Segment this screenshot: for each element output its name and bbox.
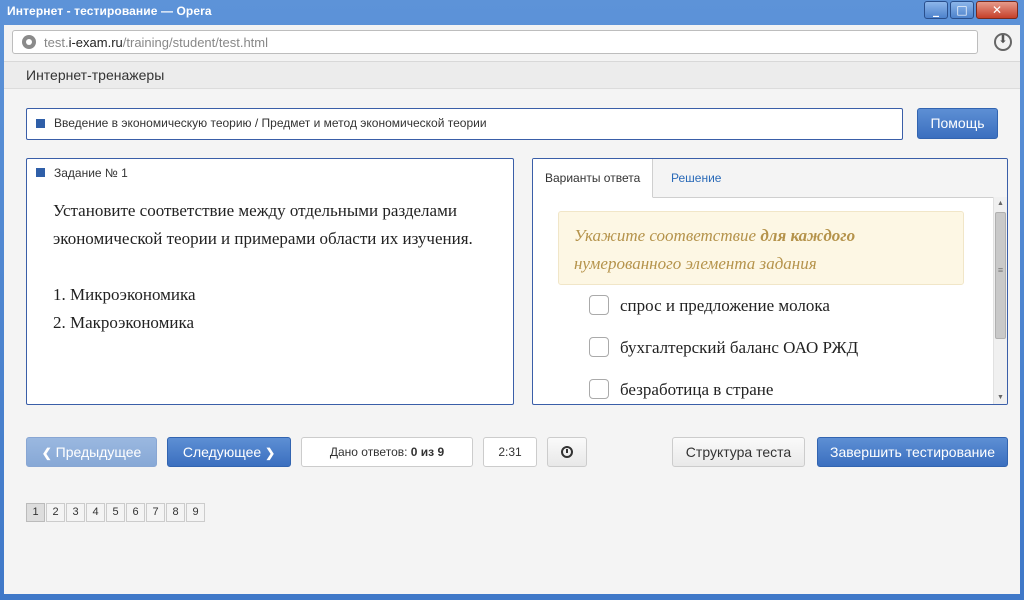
answered-counter: Дано ответов: 0 из 9: [301, 437, 473, 467]
page-content: Интернет-тренажеры Введение в экономичес…: [4, 62, 1020, 594]
window-title: Интернет - тестирование — Opera: [7, 4, 212, 18]
clock-icon: [561, 446, 573, 458]
scroll-up-icon[interactable]: ▲: [994, 197, 1007, 210]
page-number[interactable]: 9: [186, 503, 205, 522]
task-header: Задание № 1: [54, 166, 128, 180]
option-label: безработица в стране: [620, 380, 774, 399]
tab-solution[interactable]: Решение: [659, 159, 733, 197]
question-body: Установите соответствие между отдельными…: [53, 197, 503, 337]
timer-toggle-button[interactable]: [547, 437, 587, 467]
page-number[interactable]: 7: [146, 503, 165, 522]
prev-button[interactable]: ❮ Предыдущее: [26, 437, 157, 467]
tab-variants[interactable]: Варианты ответа: [533, 159, 654, 198]
page-number[interactable]: 1: [26, 503, 45, 522]
option-label: спрос и предложение молока: [620, 296, 830, 315]
page-number[interactable]: 6: [126, 503, 145, 522]
question-item: 1. Микроэкономика: [53, 285, 196, 304]
finish-test-button[interactable]: Завершить тестирование: [817, 437, 1008, 467]
window-controls: _ □ ✕: [924, 1, 1018, 19]
address-bar: test.i-exam.ru/training/student/test.htm…: [4, 25, 1020, 62]
url-field[interactable]: test.i-exam.ru/training/student/test.htm…: [12, 30, 978, 54]
question-text: Установите соответствие между отдельными…: [53, 201, 473, 248]
chevron-right-icon: ❯: [265, 446, 276, 460]
option-checkbox[interactable]: [589, 379, 609, 399]
page-number[interactable]: 3: [66, 503, 85, 522]
minimize-button[interactable]: _: [924, 1, 948, 19]
help-button[interactable]: Помощь: [917, 108, 998, 139]
page-number[interactable]: 5: [106, 503, 125, 522]
page-number[interactable]: 8: [166, 503, 185, 522]
browser-client: test.i-exam.ru/training/student/test.htm…: [4, 25, 1020, 594]
site-header: Интернет-тренажеры: [4, 62, 1020, 89]
scroll-thumb[interactable]: [995, 212, 1006, 339]
browser-window: Интернет - тестирование — Opera _ □ ✕ te…: [0, 0, 1024, 600]
chevron-left-icon: ❮: [41, 446, 52, 460]
option-checkbox[interactable]: [589, 295, 609, 315]
question-item: 2. Макроэкономика: [53, 313, 194, 332]
answer-panel: Варианты ответа Решение Укажите соответс…: [532, 158, 1008, 405]
instruction-hint: Укажите соответствие для каждого нумеров…: [558, 211, 964, 285]
next-button[interactable]: Следующее ❯: [167, 437, 291, 467]
close-icon: ✕: [991, 3, 1003, 17]
answer-scrollbar[interactable]: ▲ ▼: [993, 197, 1007, 404]
page-number[interactable]: 2: [46, 503, 65, 522]
download-icon[interactable]: [994, 33, 1012, 51]
page-number[interactable]: 4: [86, 503, 105, 522]
site-title[interactable]: Интернет-тренажеры: [26, 67, 164, 83]
url-text: test.i-exam.ru/training/student/test.htm…: [44, 35, 269, 50]
square-bullet-icon: [36, 168, 45, 177]
site-info-icon[interactable]: [22, 35, 36, 49]
maximize-icon: □: [956, 3, 968, 17]
square-bullet-icon: [36, 119, 45, 128]
scroll-down-icon[interactable]: ▼: [994, 391, 1007, 404]
task-panel: Задание № 1 Установите соответствие межд…: [26, 158, 514, 405]
maximize-button[interactable]: □: [950, 1, 974, 19]
breadcrumb-text: Введение в экономическую теорию / Предме…: [54, 116, 487, 130]
timer-display: 2:31: [483, 437, 537, 467]
breadcrumb: Введение в экономическую теорию / Предме…: [26, 108, 903, 140]
title-bar: Интернет - тестирование — Opera _ □ ✕: [0, 0, 1024, 24]
option-label: бухгалтерский баланс ОАО РЖД: [620, 338, 859, 357]
answer-tabs: Варианты ответа Решение: [533, 159, 1007, 198]
test-structure-button[interactable]: Структура теста: [672, 437, 805, 467]
close-button[interactable]: ✕: [976, 1, 1018, 19]
minimize-icon: _: [933, 3, 939, 17]
option-checkbox[interactable]: [589, 337, 609, 357]
question-pagination: 1 2 3 4 5 6 7 8 9: [26, 503, 205, 522]
